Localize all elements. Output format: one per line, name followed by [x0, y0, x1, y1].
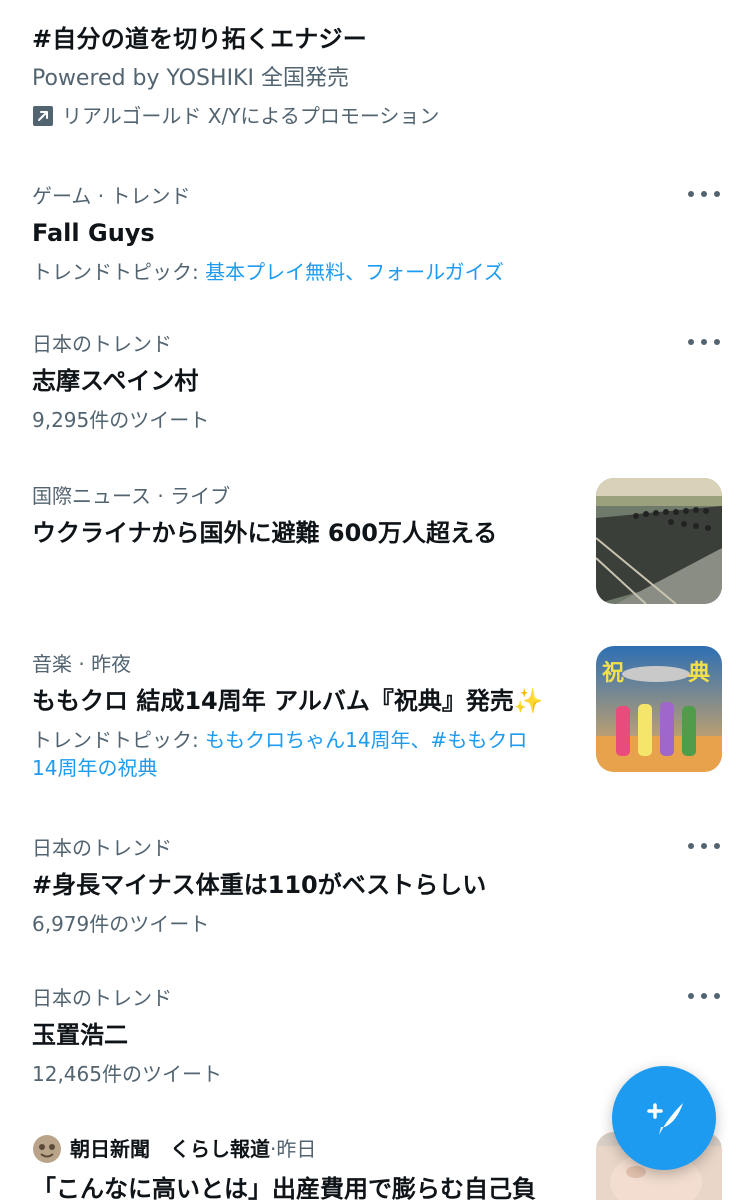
- more-options-icon[interactable]: [688, 840, 720, 852]
- svg-text:祝: 祝: [602, 661, 624, 686]
- tweet-count: 6,979件のツイート: [32, 912, 210, 936]
- trend-title: ウクライナから国外に避難 600万人超える: [32, 519, 498, 547]
- news-meta: 朝日新聞 くらし報道 · 昨日: [32, 1134, 582, 1164]
- promoted-trend-subtitle: Powered by YOSHIKI 全国発売: [32, 66, 349, 91]
- trend-context: 音楽 · 昨夜: [32, 652, 132, 676]
- compose-tweet-icon: [639, 1093, 689, 1143]
- news-time: 昨日: [276, 1137, 317, 1161]
- trend-item[interactable]: ゲーム · トレンド Fall Guys トレンドトピック: 基本プレイ無料、フ…: [32, 182, 732, 286]
- trend-topic-links-cont[interactable]: 14周年の祝典: [32, 756, 157, 780]
- trend-context: 国際ニュース · ライブ: [32, 484, 231, 508]
- promoted-trend[interactable]: #自分の道を切り拓くエナジー Powered by YOSHIKI 全国発売 リ…: [32, 22, 732, 130]
- promoted-by-line: リアルゴールド X/Yによるプロモーション: [32, 102, 732, 130]
- trend-thumbnail-image[interactable]: [596, 478, 722, 604]
- trend-context: 日本のトレンド: [32, 332, 172, 356]
- trend-title: Fall Guys: [32, 219, 155, 247]
- trend-topic-links[interactable]: 基本プレイ無料、フォールガイズ: [205, 260, 504, 284]
- news-source-name: 朝日新聞 くらし報道: [70, 1137, 270, 1161]
- trend-title: 志摩スペイン村: [32, 367, 199, 395]
- promoted-trend-title: #自分の道を切り拓くエナジー: [32, 25, 367, 53]
- trend-topics: トレンドトピック: 基本プレイ無料、フォールガイズ: [32, 258, 732, 286]
- trend-item[interactable]: 日本のトレンド #身長マイナス体重は110がベストらしい 6,979件のツイート: [32, 834, 732, 938]
- trend-title: ももクロ 結成14周年 アルバム『祝典』発売✨: [32, 687, 544, 715]
- trend-topics: トレンドトピック: ももクロちゃん14周年、#ももクロ 14周年の祝典: [32, 726, 582, 782]
- trend-title: 玉置浩二: [32, 1021, 128, 1049]
- trend-context: ゲーム · トレンド: [32, 184, 191, 208]
- promoted-by-text: リアルゴールド X/Yによるプロモーション: [62, 104, 440, 128]
- news-item[interactable]: 朝日新聞 くらし報道 · 昨日 「こんなに高いとは」出産費用で膨らむ自己負: [32, 1134, 582, 1200]
- svg-text:典: 典: [688, 661, 710, 686]
- trend-context: 日本のトレンド: [32, 986, 172, 1010]
- trend-thumbnail-image[interactable]: 祝 典: [596, 646, 722, 772]
- trend-item[interactable]: 国際ニュース · ライブ ウクライナから国外に避難 600万人超える: [32, 482, 582, 550]
- promoted-arrow-icon: [32, 105, 54, 127]
- tweet-count: 9,295件のツイート: [32, 408, 210, 432]
- trend-item[interactable]: 音楽 · 昨夜 ももクロ 結成14周年 アルバム『祝典』発売✨ トレンドトピック…: [32, 650, 582, 782]
- trend-item[interactable]: 日本のトレンド 志摩スペイン村 9,295件のツイート: [32, 330, 732, 434]
- trend-context: 日本のトレンド: [32, 836, 172, 860]
- trend-item[interactable]: 日本のトレンド 玉置浩二 12,465件のツイート: [32, 984, 732, 1088]
- trend-topics-label: トレンドトピック:: [32, 260, 206, 284]
- trend-topics-label: トレンドトピック:: [32, 728, 206, 752]
- trend-topic-links[interactable]: ももクロちゃん14周年、#ももクロ: [205, 728, 527, 752]
- more-options-icon[interactable]: [688, 336, 720, 348]
- more-options-icon[interactable]: [688, 188, 720, 200]
- more-options-icon[interactable]: [688, 990, 720, 1002]
- trend-title: #身長マイナス体重は110がベストらしい: [32, 871, 487, 899]
- news-source-avatar: [32, 1134, 62, 1164]
- compose-tweet-button[interactable]: [612, 1066, 716, 1170]
- news-title: 「こんなに高いとは」出産費用で膨らむ自己負: [32, 1175, 536, 1200]
